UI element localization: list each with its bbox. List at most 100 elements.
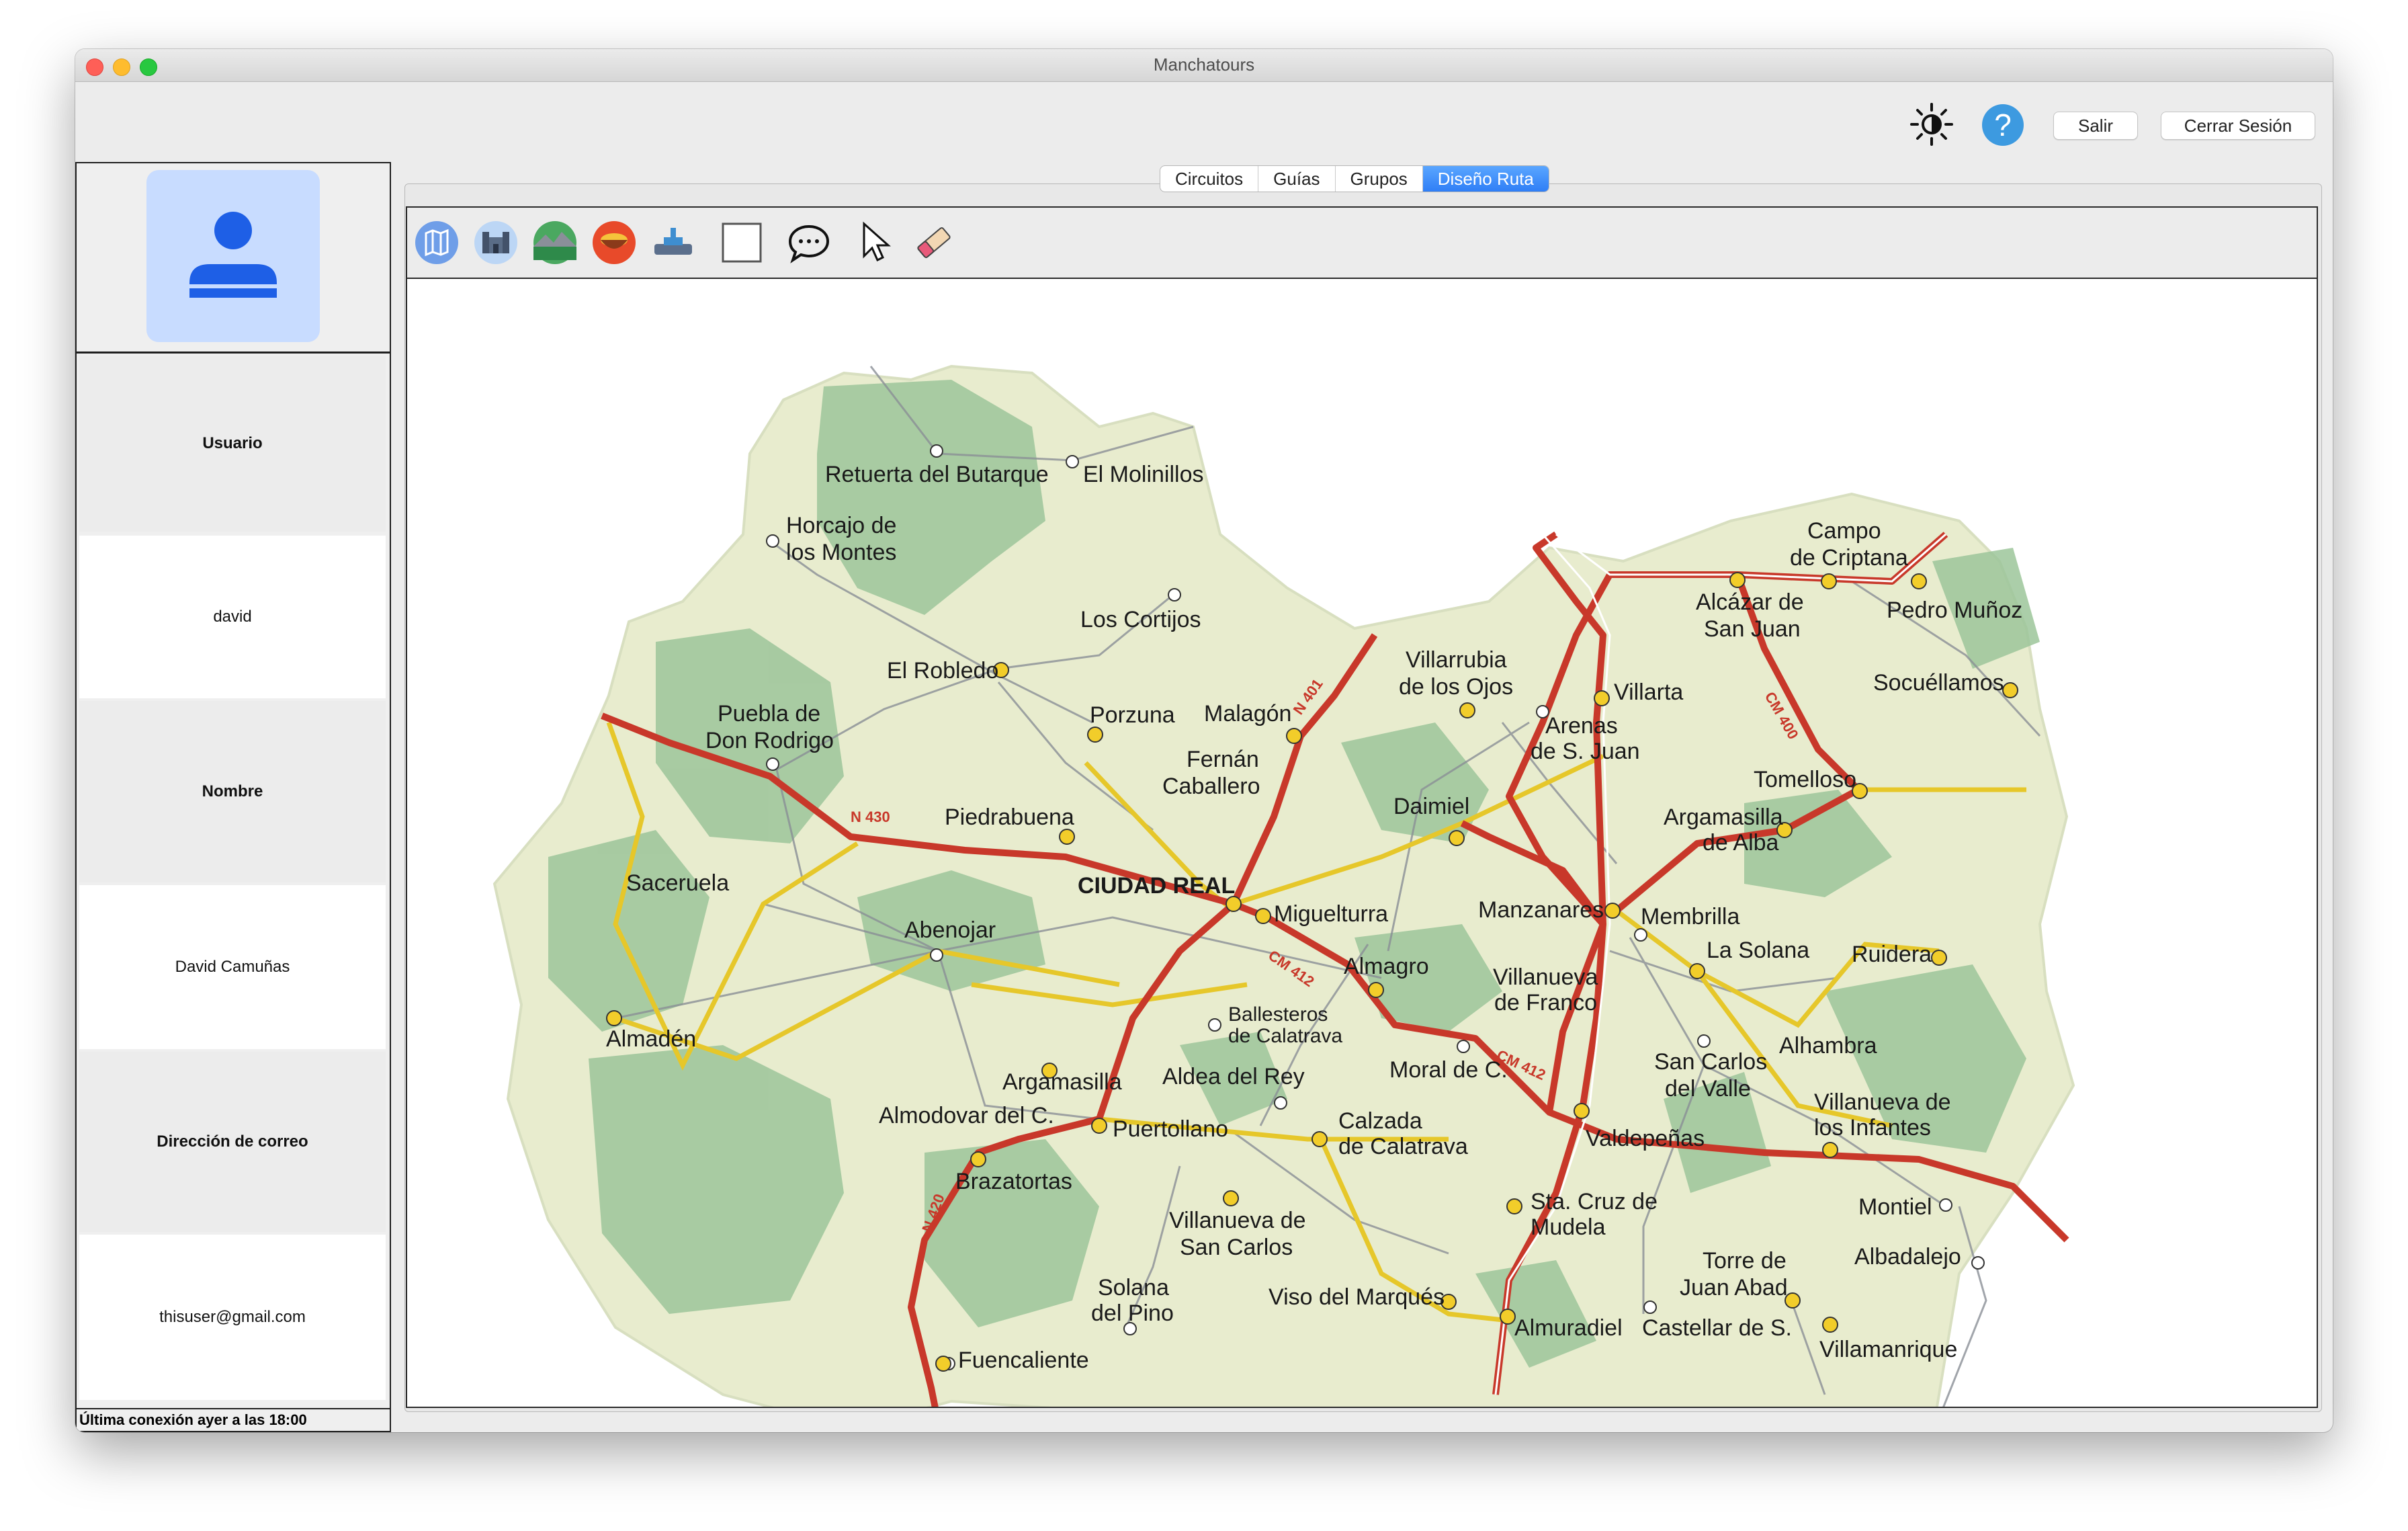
place-label: Abenojar xyxy=(904,917,996,943)
place-label: La Solana xyxy=(1707,938,1809,963)
place-label: Tomelloso xyxy=(1754,767,1856,792)
place-label: los Montes xyxy=(786,540,896,565)
place-label: Almadén xyxy=(606,1026,696,1052)
place-label: CIUDAD REAL xyxy=(1078,873,1235,899)
place-label: Almodovar del C. xyxy=(879,1103,1054,1128)
place-label: Solana xyxy=(1098,1275,1169,1300)
place-label: de los Ojos xyxy=(1399,674,1513,700)
place-label: de Alba xyxy=(1703,830,1779,856)
place-label: Ballesteros xyxy=(1228,1003,1328,1026)
brightness-icon[interactable] xyxy=(1909,102,1954,147)
top-bar: ? Salir Cerrar Sesión xyxy=(75,82,2333,163)
place-label: Manzanares xyxy=(1478,897,1604,923)
place-label: Villanueva xyxy=(1493,964,1598,990)
window-title: Manchatours xyxy=(1153,54,1255,75)
usuario-value: david xyxy=(79,536,386,698)
place-label: Valdepeñas xyxy=(1586,1126,1705,1151)
user-avatar-icon xyxy=(187,212,280,298)
place-label: Piedrabuena xyxy=(945,804,1074,830)
place-label: Sta. Cruz de xyxy=(1531,1189,1658,1214)
place-label: Argamasilla xyxy=(1664,804,1783,830)
place-label: Aldea del Rey xyxy=(1162,1064,1305,1089)
place-label: Villamanrique xyxy=(1819,1337,1957,1362)
place-label: Moral de C. xyxy=(1389,1057,1508,1083)
place-label: Arenas xyxy=(1545,713,1618,739)
place-label: Campo xyxy=(1807,518,1881,544)
tab-grupos[interactable]: Grupos xyxy=(1336,166,1423,192)
nombre-value: David Camuñas xyxy=(79,885,386,1049)
place-label: Torre de xyxy=(1703,1248,1787,1274)
map-route-icon[interactable] xyxy=(414,220,460,265)
place-label: Albadalejo xyxy=(1854,1244,1961,1270)
correo-value: thisuser@gmail.com xyxy=(79,1235,386,1400)
place-label: Villanueva de xyxy=(1814,1089,1951,1115)
title-bar: Manchatours xyxy=(75,49,2333,82)
place-label: Almagro xyxy=(1344,954,1429,979)
place-label: Villanueva de xyxy=(1169,1208,1306,1233)
place-label: Almuradiel xyxy=(1514,1315,1623,1341)
place-label: de Calatrava xyxy=(1338,1134,1468,1159)
salir-button[interactable]: Salir xyxy=(2053,112,2138,140)
place-label: de Calatrava xyxy=(1228,1025,1342,1047)
eraser-icon[interactable] xyxy=(911,220,957,265)
place-label: los Infantes xyxy=(1814,1115,1931,1141)
place-label: Pedro Muñoz xyxy=(1887,597,2022,623)
usuario-label: Usuario xyxy=(79,356,386,532)
place-label: Fernán xyxy=(1187,747,1259,772)
place-label: Mudela xyxy=(1531,1214,1606,1240)
landscape-icon[interactable] xyxy=(532,220,578,265)
rectangle-icon[interactable] xyxy=(719,220,765,265)
correo-label: Dirección de correo xyxy=(79,1052,386,1232)
place-label: Montiel xyxy=(1858,1194,1932,1220)
place-label: Villarta xyxy=(1614,679,1683,705)
monument-icon[interactable] xyxy=(650,220,696,265)
comment-icon[interactable] xyxy=(786,220,832,265)
place-label: Socuéllamos xyxy=(1873,670,2004,696)
castle-icon[interactable] xyxy=(473,220,519,265)
place-label: San Carlos xyxy=(1654,1049,1767,1075)
place-label: El Robledo xyxy=(887,658,998,684)
place-label: de Criptana xyxy=(1790,545,1908,571)
place-label: Malagón xyxy=(1204,701,1291,727)
tab-guias[interactable]: Guías xyxy=(1258,166,1336,192)
place-label: Villarrubia xyxy=(1406,647,1507,673)
place-label: Juan Abad xyxy=(1680,1275,1788,1300)
map-canvas[interactable]: N 430 N 401 CM 400 CM 412 CM 412 N 420 R… xyxy=(406,279,2318,1408)
place-label: Castellar de S. xyxy=(1642,1315,1792,1341)
place-label: Retuerta del Butarque xyxy=(825,462,1049,487)
app-window: Manchatours ? Salir Cerrar Sesión Usuari… xyxy=(75,49,2333,1432)
place-label: El Molinillos xyxy=(1083,462,1204,487)
avatar-container xyxy=(77,163,390,354)
last-connection-status: Última conexión ayer a las 18:00 xyxy=(77,1408,390,1431)
place-label: Saceruela xyxy=(626,870,729,896)
place-label: Puebla de xyxy=(718,701,820,727)
place-label: Puertollano xyxy=(1113,1116,1228,1142)
cerrar-sesion-button[interactable]: Cerrar Sesión xyxy=(2161,112,2315,140)
user-panel: Usuario david Nombre David Camuñas Direc… xyxy=(75,162,391,1432)
place-label: Ruidera xyxy=(1852,942,1932,967)
place-label: Alhambra xyxy=(1779,1033,1877,1059)
food-icon[interactable] xyxy=(591,220,637,265)
place-label: Calzada xyxy=(1338,1108,1422,1134)
ciudad-real-road-map[interactable]: N 430 N 401 CM 400 CM 412 CM 412 N 420 R… xyxy=(407,279,2318,1408)
avatar xyxy=(146,170,320,342)
place-label: del Valle xyxy=(1665,1076,1751,1102)
place-label: de S. Juan xyxy=(1531,739,1640,764)
place-label: Daimiel xyxy=(1393,794,1469,819)
nombre-label: Nombre xyxy=(79,701,386,882)
tab-diseno-ruta[interactable]: Diseño Ruta xyxy=(1422,166,1549,192)
place-label: Fuencaliente xyxy=(958,1348,1089,1373)
route-design-toolbar xyxy=(406,206,2318,279)
place-label: San Juan xyxy=(1704,616,1801,642)
help-icon[interactable]: ? xyxy=(1982,104,2024,146)
tab-circuitos[interactable]: Circuitos xyxy=(1160,166,1259,192)
place-label: de Franco xyxy=(1494,990,1597,1016)
place-label: San Carlos xyxy=(1180,1235,1293,1260)
place-label: Porzuna xyxy=(1090,702,1175,728)
place-label: Don Rodrigo xyxy=(705,728,834,753)
tab-bar: Circuitos Guías Grupos Diseño Ruta xyxy=(1160,165,1549,192)
place-label: Miguelturra xyxy=(1274,901,1388,927)
place-label: Alcázar de xyxy=(1696,589,1804,615)
pointer-icon[interactable] xyxy=(852,220,898,265)
place-label: Argamasilla xyxy=(1002,1069,1122,1095)
